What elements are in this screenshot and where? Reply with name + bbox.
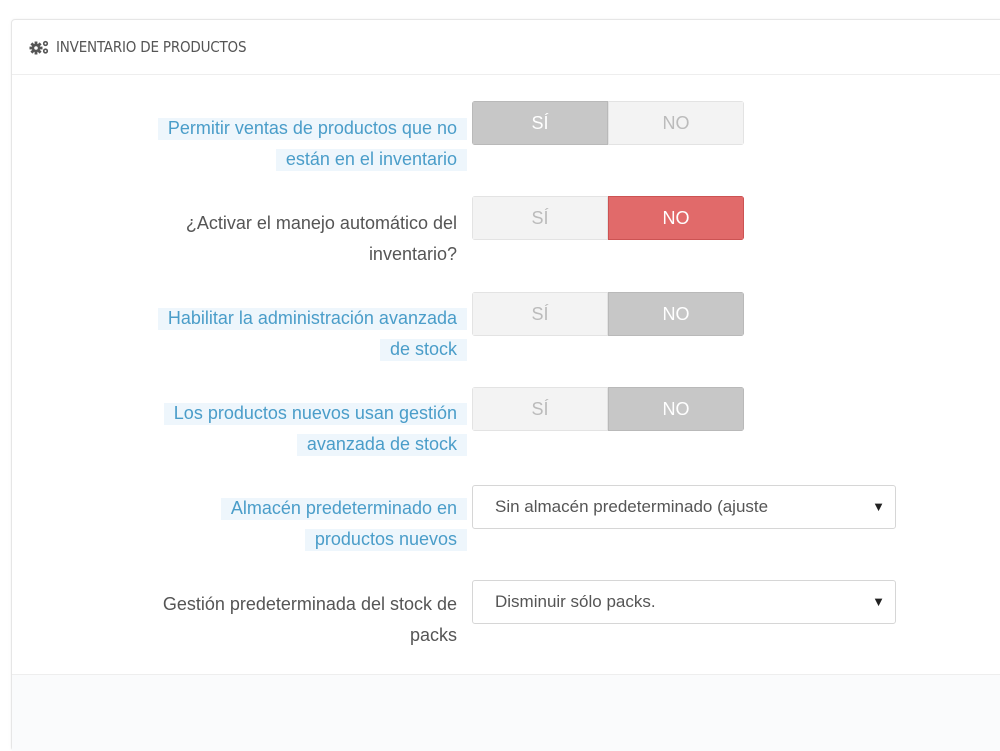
- toggle-no-option[interactable]: NO: [608, 101, 744, 145]
- panel-footer: [12, 674, 1000, 751]
- select-value: Sin almacén predeterminado (ajuste: [495, 497, 769, 516]
- toggle-yes-option[interactable]: SÍ: [472, 387, 608, 431]
- field-label: Almacén predeterminado en productos nuevo…: [67, 493, 467, 555]
- field-label: ¿Activar el manejo automático del inventa…: [185, 213, 457, 264]
- toggle-yes-option[interactable]: SÍ: [472, 196, 608, 240]
- toggle-no-option[interactable]: NO: [608, 196, 744, 240]
- toggle-yes-option[interactable]: SÍ: [472, 292, 608, 336]
- new-products-advanced-stock-toggle[interactable]: SÍ NO: [472, 387, 744, 431]
- panel-heading: INVENTARIO DE PRODUCTOS: [12, 20, 1000, 75]
- caret-down-icon: ▼: [872, 594, 885, 609]
- panel-title: INVENTARIO DE PRODUCTOS: [56, 38, 247, 56]
- field-label: Permitir ventas de productos que no están…: [67, 113, 467, 175]
- field-label: Gestión predeterminada del stock de packs: [162, 594, 457, 645]
- field-label: Los productos nuevos usan gestión avanzad…: [67, 398, 467, 460]
- field-label: Habilitar la administración avanzada de s…: [67, 303, 467, 365]
- auto-stock-toggle[interactable]: SÍ NO: [472, 196, 744, 240]
- advanced-stock-toggle[interactable]: SÍ NO: [472, 292, 744, 336]
- select-value: Disminuir sólo packs.: [495, 592, 656, 611]
- default-warehouse-select[interactable]: Sin almacén predeterminado (ajuste ▼: [472, 485, 896, 529]
- pack-stock-management-select[interactable]: Disminuir sólo packs. ▼: [472, 580, 896, 624]
- caret-down-icon: ▼: [872, 499, 885, 514]
- allow-oos-sales-toggle[interactable]: SÍ NO: [472, 101, 744, 145]
- toggle-no-option[interactable]: NO: [608, 292, 744, 336]
- toggle-yes-option[interactable]: SÍ: [472, 101, 608, 145]
- cogs-icon: [29, 40, 49, 55]
- inventory-panel: INVENTARIO DE PRODUCTOS Permitir ventas …: [11, 19, 1000, 751]
- toggle-no-option[interactable]: NO: [608, 387, 744, 431]
